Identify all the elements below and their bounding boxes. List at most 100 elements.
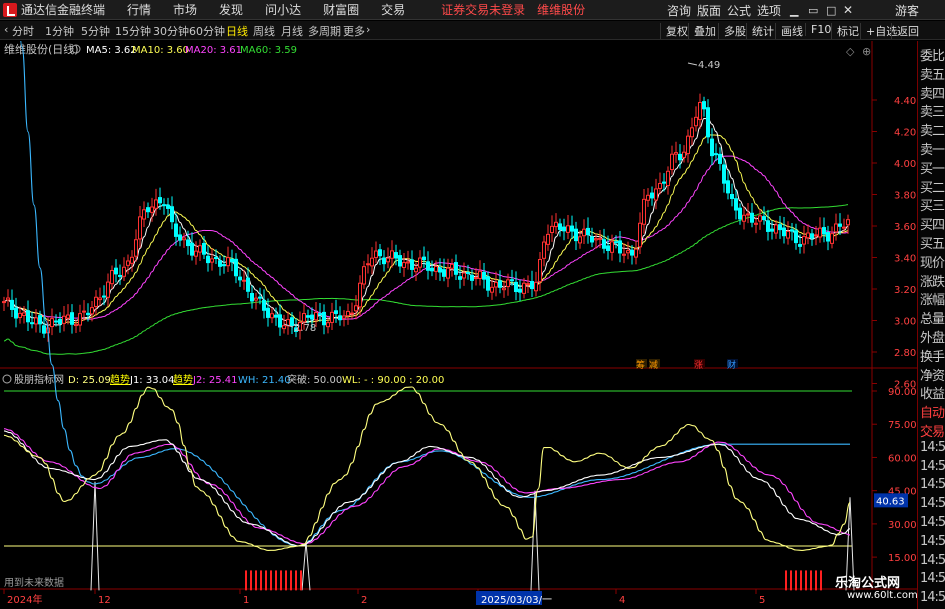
marker-reduce[interactable]: 减	[649, 359, 658, 371]
candle-body	[278, 314, 282, 328]
candle-body	[726, 180, 730, 194]
candle-body	[558, 223, 562, 230]
period-tab-monthly[interactable]: 月线	[281, 23, 303, 39]
candle-body	[398, 255, 402, 267]
candle-body	[66, 314, 70, 319]
quote-field-label[interactable]: 交易	[920, 421, 945, 440]
menu-item-discover[interactable]: 发现	[219, 1, 243, 18]
period-tab-timeshare[interactable]: 分时	[12, 23, 34, 39]
period-tab-1min[interactable]: 1分钟	[45, 23, 74, 39]
close-icon[interactable]: ✕	[843, 0, 853, 20]
candle-body	[702, 101, 706, 110]
signal-bar	[250, 570, 252, 591]
menu-item-options[interactable]: 选项	[757, 0, 781, 20]
stock-title: 维维股份(日线)	[4, 42, 79, 56]
period-tab-daily[interactable]: 日线	[226, 23, 248, 39]
statistics-button[interactable]: 统计	[746, 23, 774, 39]
f10-button[interactable]: F10	[805, 23, 831, 36]
maximize-icon[interactable]: □	[826, 0, 836, 20]
back-button[interactable]: 返回	[891, 23, 919, 39]
chevron-right-icon[interactable]: ›	[366, 23, 370, 36]
candle-body	[390, 250, 394, 259]
chevron-left-icon[interactable]: ‹	[4, 23, 8, 36]
minimize-icon[interactable]: ▁	[790, 0, 798, 20]
collapse-icon[interactable]: ◇	[846, 45, 855, 58]
candle-body	[54, 320, 58, 323]
candle-body	[794, 230, 798, 244]
candle-body	[142, 209, 146, 220]
menu-item-market[interactable]: 行情	[127, 1, 151, 18]
draw-line-button[interactable]: 画线	[775, 23, 803, 39]
signal-bar	[800, 570, 802, 591]
candle-body	[690, 127, 694, 138]
candle-body	[530, 281, 534, 290]
candle-body	[550, 225, 554, 233]
candle-body	[746, 213, 750, 216]
candle-body	[10, 299, 14, 310]
marker-rise[interactable]: 涨	[694, 360, 703, 371]
menu-item-layout[interactable]: 版面	[697, 0, 721, 20]
candle-body	[482, 271, 486, 280]
period-tab-5min[interactable]: 5分钟	[81, 23, 110, 39]
marker-finance[interactable]: 财	[727, 359, 736, 371]
menu-item-consult[interactable]: 咨询	[667, 0, 691, 20]
candle-body	[734, 198, 738, 211]
period-tab-60min[interactable]: 60分钟	[189, 23, 225, 39]
menu-item-trade[interactable]: 交易	[381, 1, 405, 18]
quote-field-label: 买二	[920, 180, 945, 196]
candle-body	[226, 257, 230, 267]
menu-item-markets[interactable]: 市场	[173, 1, 197, 18]
price-tick-label: 4.40	[894, 96, 916, 107]
chart-area[interactable]: 维维股份(日线) MA5: 3.62 MA10: 3.60 MA20: 3.61…	[0, 41, 917, 609]
candle-body	[406, 261, 410, 264]
quote-field-label: 14:5	[920, 477, 945, 493]
restore-icon[interactable]: ▭	[808, 0, 818, 20]
candle-body	[650, 192, 654, 199]
stock-link[interactable]: 维维股份	[537, 1, 585, 18]
candle-body	[82, 310, 86, 313]
marker-chip[interactable]: 筹	[636, 359, 645, 371]
overlay-button[interactable]: 叠加	[688, 23, 716, 39]
candle-body	[422, 256, 426, 261]
candle-body	[378, 249, 382, 257]
period-tab-weekly[interactable]: 周线	[253, 23, 275, 39]
candle-body	[490, 286, 494, 293]
menu-item-formula[interactable]: 公式	[727, 0, 751, 20]
restore-rights-button[interactable]: 复权	[660, 23, 688, 39]
period-tab-multi[interactable]: 多周期	[308, 23, 341, 39]
signal-bar	[815, 570, 817, 591]
period-tab-30min[interactable]: 30分钟	[153, 23, 189, 39]
signal-bar	[285, 570, 287, 591]
settings-icon[interactable]: ⊕	[862, 45, 871, 58]
candle-body	[782, 227, 786, 237]
signal-bar	[820, 570, 822, 591]
candle-body	[242, 279, 246, 282]
candle-body	[686, 135, 690, 155]
candle-body	[634, 248, 638, 258]
menu-item-wealth[interactable]: 财富圈	[323, 1, 359, 18]
quote-field-label[interactable]: 自动	[920, 402, 945, 421]
brand-name: 乐淘公式网	[835, 576, 901, 591]
quote-field-label: 外盘	[920, 331, 945, 346]
indicator-tick-label: 30.00	[888, 520, 917, 531]
guest-label[interactable]: 游客	[895, 0, 919, 20]
quote-field-label: 收益	[920, 387, 945, 403]
candle-body	[386, 257, 390, 263]
quote-field-label: 买三	[920, 199, 945, 215]
candle-body	[838, 223, 842, 227]
candle-body	[194, 250, 198, 257]
candle-body	[362, 266, 366, 285]
candle-body	[614, 241, 618, 244]
candle-body	[186, 239, 190, 247]
signal-bar	[805, 570, 807, 591]
menu-item-ask[interactable]: 问小达	[265, 1, 301, 18]
candle-body	[654, 188, 658, 201]
mark-button[interactable]: 标记	[831, 23, 859, 39]
login-alert[interactable]: 证券交易未登录	[441, 1, 525, 18]
app-logo-icon	[3, 2, 17, 17]
multi-stock-button[interactable]: 多股	[718, 23, 746, 39]
indicator-j2-value: J2: 25.41	[192, 375, 238, 386]
period-tab-15min[interactable]: 15分钟	[115, 23, 151, 39]
candle-body	[134, 239, 138, 257]
period-tab-more[interactable]: 更多	[343, 23, 365, 39]
